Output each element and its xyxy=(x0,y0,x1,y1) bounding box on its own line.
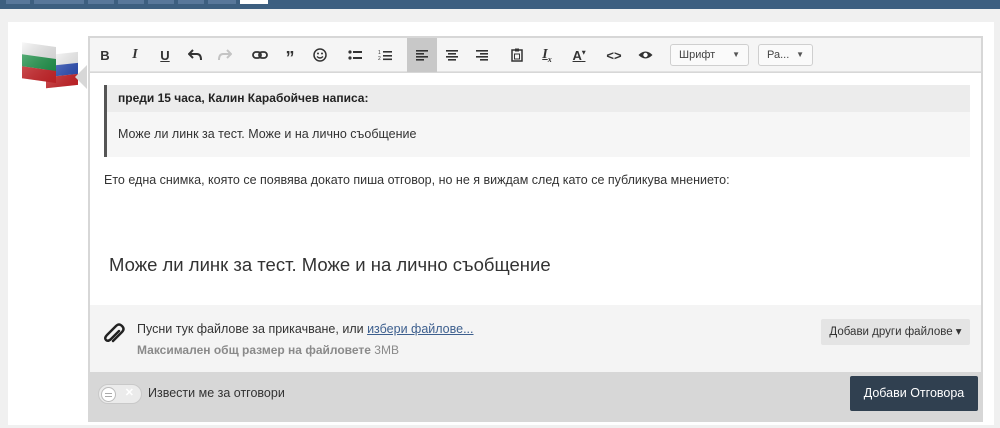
nav-tab-active[interactable] xyxy=(240,0,268,4)
quote-header: преди 15 часа, Калин Карабойчев написа: xyxy=(107,85,970,112)
nav-tab[interactable] xyxy=(88,0,114,4)
editor-content-area[interactable]: преди 15 часа, Калин Карабойчев написа: … xyxy=(90,73,981,305)
svg-text:2: 2 xyxy=(378,56,381,61)
redo-icon xyxy=(218,49,232,61)
bullet-list-button[interactable] xyxy=(340,38,370,72)
numbered-list-icon: 12 xyxy=(378,50,392,61)
paste-icon xyxy=(511,48,523,62)
italic-button[interactable]: I xyxy=(120,38,150,72)
attachment-prompt-text: Пусни тук файлове за прикачване, или xyxy=(137,322,364,336)
submit-reply-button[interactable]: Добави Отговора xyxy=(850,376,978,411)
link-button[interactable] xyxy=(245,38,275,72)
embedded-image-text: Може ли линк за тест. Може и на лично съ… xyxy=(109,254,551,275)
nav-tab[interactable] xyxy=(148,0,174,4)
paste-button[interactable] xyxy=(502,38,532,72)
align-left-button[interactable] xyxy=(407,38,437,72)
quote-body: Може ли линк за тест. Може и на лично съ… xyxy=(118,127,417,141)
editor-toolbar: B I U ” 12 Ix A▾ <> Шрифт ▼ Ра... ▼ xyxy=(90,38,981,72)
undo-icon xyxy=(188,49,202,61)
preview-icon xyxy=(638,51,652,59)
nav-tab[interactable] xyxy=(208,0,236,4)
notify-toggle[interactable]: ✕ xyxy=(98,384,142,404)
editor-pointer-arrow xyxy=(75,65,87,89)
nav-tab[interactable] xyxy=(118,0,144,4)
reply-container: B I U ” 12 Ix A▾ <> Шрифт ▼ Ра... ▼ пред… xyxy=(8,22,994,425)
quote-icon: ” xyxy=(285,47,295,68)
underline-icon: U xyxy=(160,47,170,63)
text-color-button[interactable]: A▾ xyxy=(564,38,594,72)
font-family-select-label: Шрифт xyxy=(679,49,716,61)
preview-button[interactable] xyxy=(630,38,660,72)
bold-icon: B xyxy=(100,47,110,63)
quote-block: преди 15 часа, Калин Карабойчев написа: … xyxy=(104,85,970,157)
attachment-area[interactable]: Пусни тук файлове за прикачване, или изб… xyxy=(90,305,981,372)
close-icon: ✕ xyxy=(124,387,134,399)
text-color-icon: A▾ xyxy=(572,47,586,63)
attachment-prompt: Пусни тук файлове за прикачване, или изб… xyxy=(137,322,474,336)
max-size-label: Максимален общ размер на файловете xyxy=(137,343,371,357)
max-size-value: 3MB xyxy=(374,343,399,357)
quote-button[interactable]: ” xyxy=(275,38,305,72)
choose-files-link[interactable]: избери файлове... xyxy=(367,322,473,336)
align-center-icon xyxy=(446,49,458,61)
notify-label: Извести ме за отговори xyxy=(148,386,285,400)
align-left-icon xyxy=(416,49,428,61)
top-navigation-bar xyxy=(0,0,1000,9)
editor-footer: ✕ Извести ме за отговори Добави Отговора xyxy=(90,372,981,420)
italic-icon: I xyxy=(132,47,138,62)
message-paragraph: Ето една снимка, която се появява докато… xyxy=(104,173,730,187)
redo-button[interactable] xyxy=(210,38,240,72)
add-other-files-button[interactable]: Добави други файлове ▾ xyxy=(821,319,970,345)
emoji-icon xyxy=(313,48,327,62)
underline-button[interactable]: U xyxy=(150,38,180,72)
source-code-button[interactable]: <> xyxy=(599,38,629,72)
paperclip-icon xyxy=(104,323,125,343)
align-center-button[interactable] xyxy=(437,38,467,72)
flag-avatar xyxy=(22,42,78,89)
toggle-knob xyxy=(101,387,116,402)
bold-button[interactable]: B xyxy=(90,38,120,72)
undo-button[interactable] xyxy=(180,38,210,72)
nav-tab[interactable] xyxy=(34,0,84,4)
chevron-down-icon: ▼ xyxy=(796,50,804,59)
bullet-list-icon xyxy=(348,50,362,60)
numbered-list-button[interactable]: 12 xyxy=(370,38,400,72)
chevron-down-icon: ▼ xyxy=(732,50,740,59)
link-icon xyxy=(252,51,268,59)
clear-format-icon: Ix xyxy=(542,46,552,64)
reply-editor: B I U ” 12 Ix A▾ <> Шрифт ▼ Ра... ▼ пред… xyxy=(88,36,983,422)
font-size-select[interactable]: Ра... ▼ xyxy=(758,44,813,66)
max-size-info: Максимален общ размер на файловете 3MB xyxy=(137,343,399,357)
nav-tab[interactable] xyxy=(178,0,204,4)
clear-format-button[interactable]: Ix xyxy=(532,38,562,72)
font-size-select-label: Ра... xyxy=(767,49,790,61)
align-right-button[interactable] xyxy=(467,38,497,72)
align-right-icon xyxy=(476,49,488,61)
font-family-select[interactable]: Шрифт ▼ xyxy=(670,44,749,66)
source-code-icon: <> xyxy=(606,47,622,63)
emoji-button[interactable] xyxy=(305,38,335,72)
nav-tab[interactable] xyxy=(6,0,30,4)
